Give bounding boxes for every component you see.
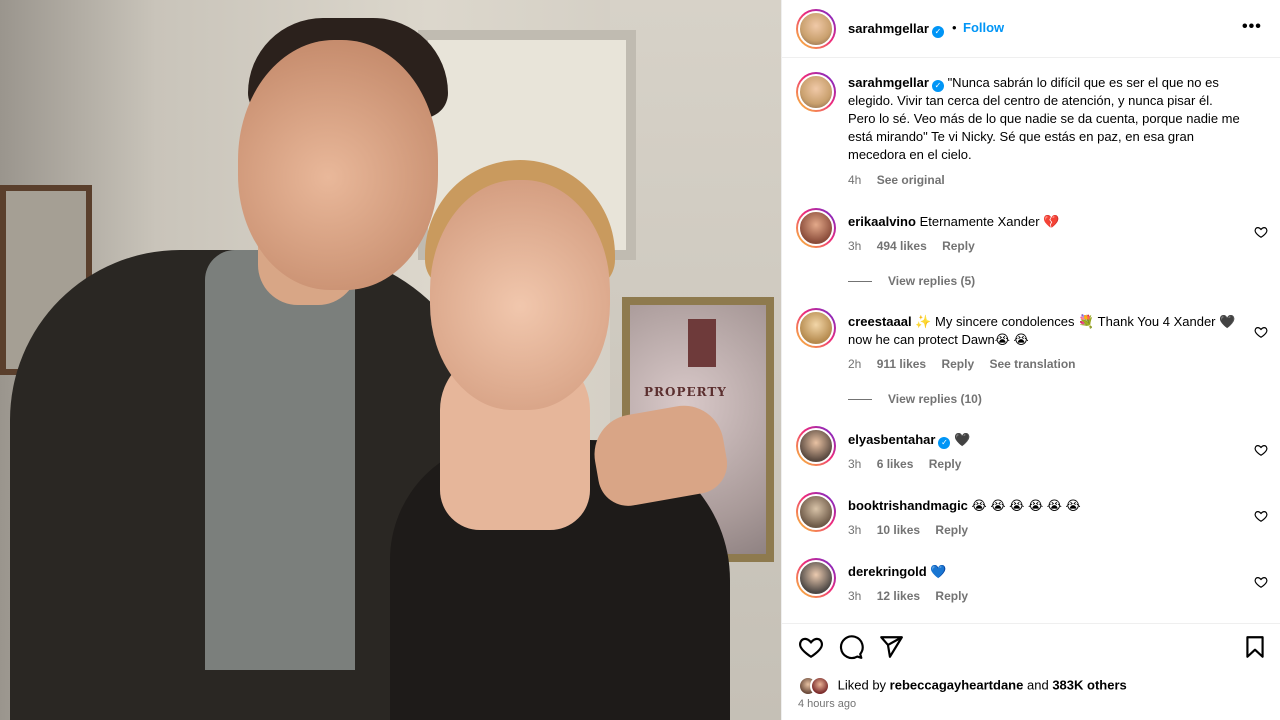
woman-face [430,180,610,410]
follow-button[interactable]: Follow [963,20,1004,35]
comment-time: 3h [848,523,862,537]
post-actions [782,623,1280,720]
comment-avatar[interactable] [796,208,836,248]
comment-body: 🖤 [954,432,971,447]
caption-username[interactable]: sarahmgellar [848,75,929,90]
share-icon[interactable] [878,634,904,660]
comment-time: 3h [848,589,862,603]
author-avatar[interactable] [796,9,836,49]
comment-heart-icon[interactable] [1254,325,1268,339]
post-header: sarahmgellar ✓ • Follow ••• [782,0,1280,58]
post-photo[interactable]: PROPERTY [0,0,781,720]
comment-meta: 3h 12 likes Reply [848,589,980,603]
liked-by: Liked by rebeccagayheartdane and 383K ot… [798,676,1127,696]
replies-divider [848,281,872,283]
comment-time: 3h [848,457,862,471]
reply-button[interactable]: Reply [935,523,968,537]
reply-button[interactable]: Reply [935,589,968,603]
comment-likes[interactable]: 10 likes [877,523,920,537]
comment-meta: 3h 10 likes Reply [848,523,980,537]
comment-username[interactable]: booktrishandmagic [848,498,968,513]
comment-heart-icon[interactable] [1254,443,1268,457]
comment-body: 😭 😭 😭 😭 😭 😭 [971,498,1081,513]
post-side-panel: sarahmgellar ✓ • Follow ••• sarahmgellar ✓… [781,0,1280,720]
comment-avatar[interactable] [796,558,836,598]
comment-heart-icon[interactable] [1254,509,1268,523]
caption-avatar[interactable] [796,72,836,112]
comment-likes[interactable]: 12 likes [877,589,920,603]
author-username-link[interactable]: sarahmgellar ✓ [848,21,944,38]
liked-by-user[interactable]: rebeccagayheartdane [890,677,1024,692]
liked-and: and [1026,677,1049,693]
comment-avatar[interactable] [796,308,836,348]
comment-meta: 2h 911 likes Reply See translation [848,357,1088,371]
plaque-emblem [688,319,716,367]
comment-avatar[interactable] [796,426,836,466]
comment-username[interactable]: creestaaal [848,314,912,329]
comment-heart-icon[interactable] [1254,575,1268,589]
view-replies-button[interactable]: View replies (10) [848,392,982,406]
see-translation-link[interactable]: See translation [989,357,1075,371]
comment-avatar[interactable] [796,492,836,532]
man-face [238,40,438,290]
view-replies-button[interactable]: View replies (5) [848,274,975,288]
post-time[interactable]: 4 hours ago [798,698,856,710]
comment-time: 2h [848,357,862,371]
comment-meta: 3h 6 likes Reply [848,457,973,471]
liked-by-prefix: Liked by [837,677,887,693]
caption-text: sarahmgellar ✓ "Nunca sabrán lo difícil q… [848,74,1242,164]
comment-username[interactable]: derekringold [848,564,927,579]
plaque-text: PROPERTY [644,385,727,399]
verified-badge-icon: ✓ [931,80,944,92]
comment-text: elyasbentahar ✓ 🖤 [848,431,1242,449]
reply-button[interactable]: Reply [929,457,962,471]
comment-text: derekringold 💙 [848,563,1242,581]
comment-heart-icon[interactable] [1254,225,1268,239]
comment-meta: 3h 494 likes Reply [848,239,987,253]
comment-likes[interactable]: 6 likes [877,457,914,471]
heart-icon[interactable] [798,634,824,660]
comment-text: booktrishandmagic 😭 😭 😭 😭 😭 😭 [848,497,1242,515]
comment-icon[interactable] [838,634,864,660]
reply-button[interactable]: Reply [941,357,974,371]
comment-likes[interactable]: 911 likes [877,357,926,371]
bookmark-icon[interactable] [1242,634,1268,660]
verified-badge-icon: ✓ [931,26,944,38]
comment-body: 💙 [930,564,947,579]
man-shirt [205,250,355,670]
more-options-icon[interactable]: ••• [1242,18,1262,36]
comment-username[interactable]: erikaalvino [848,214,916,229]
see-original-link[interactable]: See original [877,173,945,187]
comment-body: Eternamente Xander 💔 [919,214,1060,229]
comment-text: creestaaal ✨ My sincere condolences 💐 Th… [848,313,1242,349]
liked-others[interactable]: 383K others [1052,677,1126,692]
caption-meta: 4h See original [848,173,957,187]
caption-time: 4h [848,173,862,187]
comment-likes[interactable]: 494 likes [877,239,927,253]
comment-time: 3h [848,239,862,253]
liker-avatar [810,676,830,696]
author-username: sarahmgellar [848,21,929,36]
comment-username[interactable]: elyasbentahar [848,432,935,447]
reply-button[interactable]: Reply [942,239,975,253]
view-replies-label: View replies (10) [888,392,982,406]
replies-divider [848,399,872,401]
view-replies-label: View replies (5) [888,274,976,288]
comments-list[interactable]: sarahmgellar ✓ "Nunca sabrán lo difícil q… [782,58,1280,623]
separator-dot: • [952,20,957,35]
verified-badge-icon: ✓ [938,437,951,449]
comment-text: erikaalvino Eternamente Xander 💔 [848,213,1242,231]
